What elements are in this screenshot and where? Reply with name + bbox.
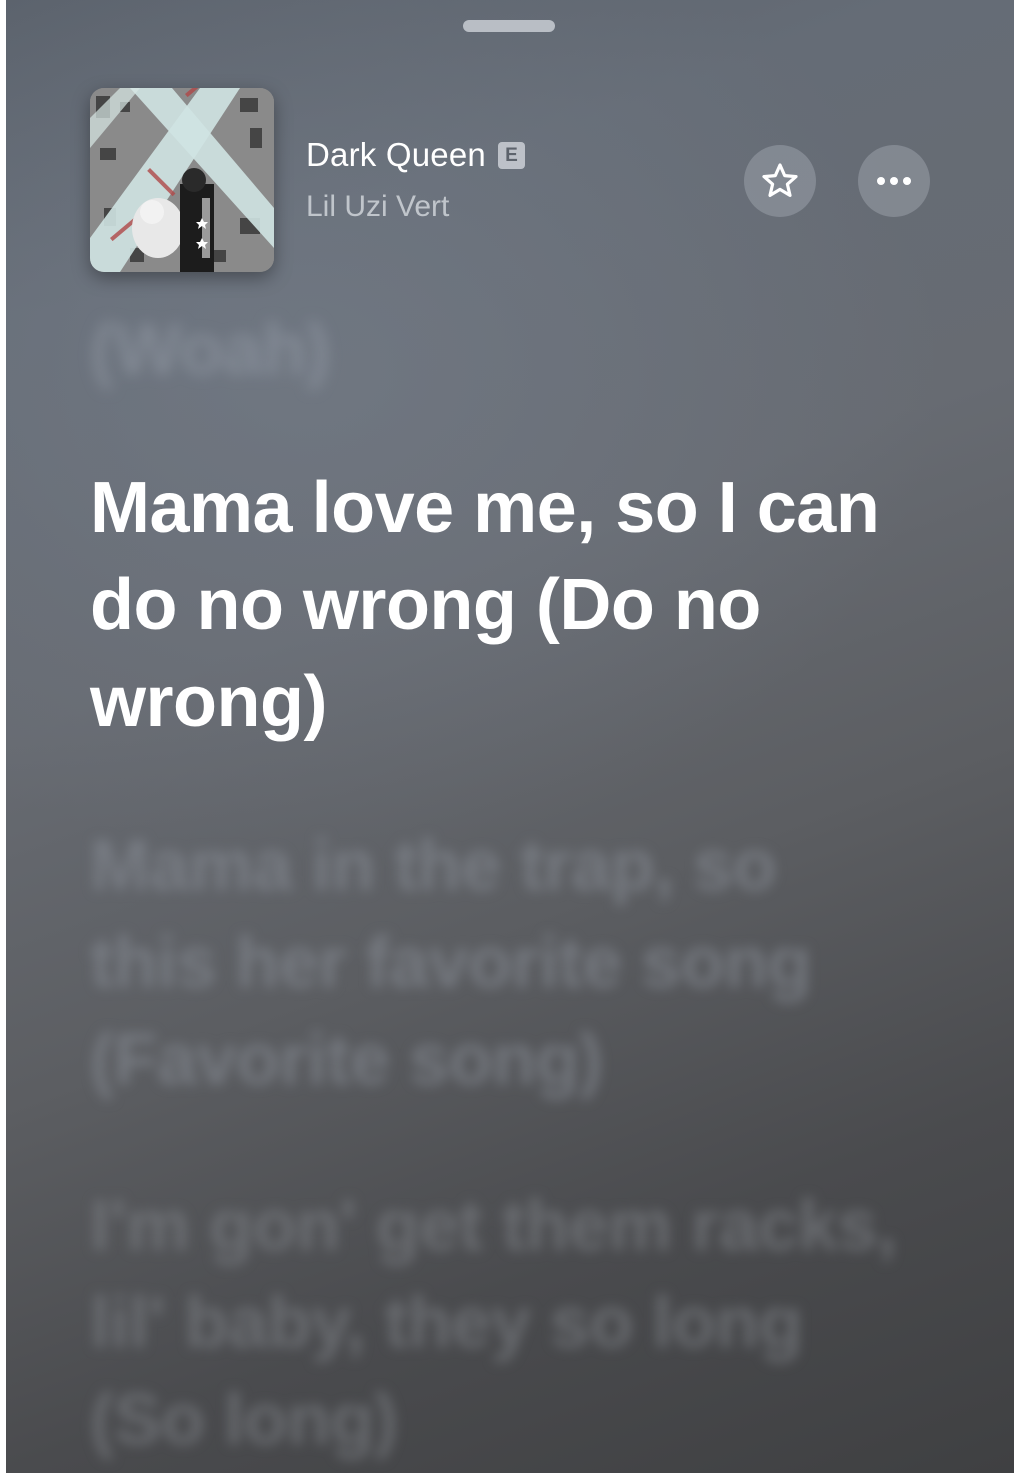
album-artwork-image bbox=[90, 88, 274, 272]
star-icon bbox=[762, 163, 798, 198]
ellipsis-icon bbox=[877, 177, 911, 185]
lyric-line-current[interactable]: Mama love me, so I can do no wrong (Do n… bbox=[90, 460, 920, 751]
explicit-badge: E bbox=[497, 141, 525, 169]
lyric-line-next[interactable]: Mama in the trap, so this her favorite s… bbox=[90, 818, 920, 1109]
track-artist[interactable]: Lil Uzi Vert bbox=[306, 190, 449, 224]
album-artwork[interactable] bbox=[90, 88, 274, 272]
lyrics-sheet: Dark Queen E Lil Uzi Vert (Woah) Mama lo… bbox=[6, 0, 1014, 1473]
lyric-line-previous[interactable]: (Woah) bbox=[90, 302, 920, 399]
track-title[interactable]: Dark Queen bbox=[306, 136, 486, 174]
track-title-row: Dark Queen E bbox=[306, 136, 525, 174]
more-options-button[interactable] bbox=[858, 145, 930, 217]
sheet-grabber-handle[interactable] bbox=[463, 20, 555, 32]
lyric-line-next[interactable]: I'm gon' get them racks, lil' baby, they… bbox=[90, 1178, 920, 1469]
favorite-button[interactable] bbox=[744, 145, 816, 217]
